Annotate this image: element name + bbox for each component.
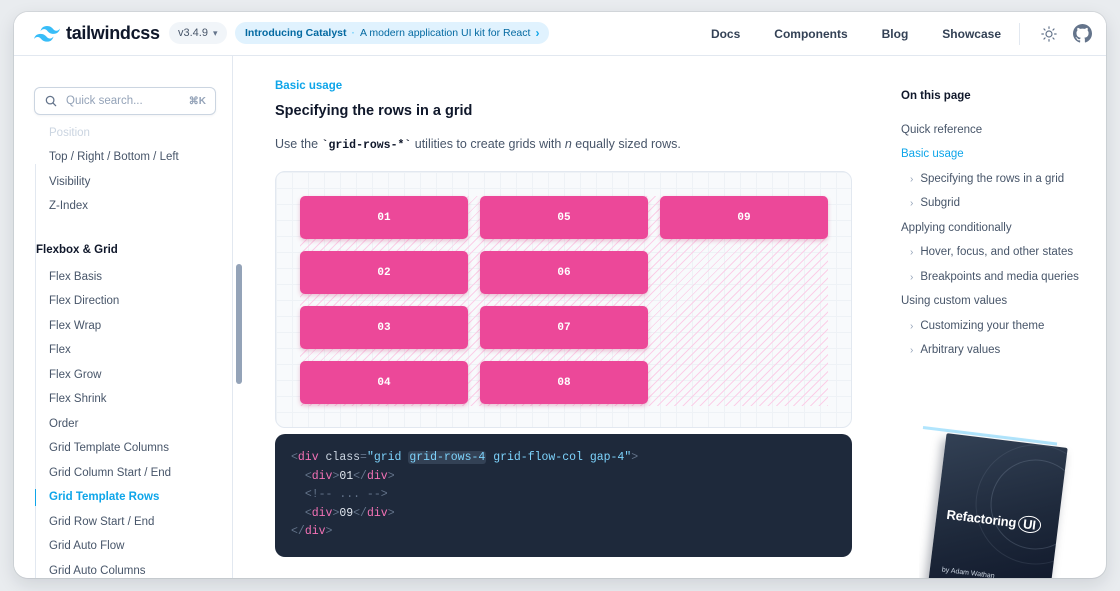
- version-label: v3.4.9: [178, 27, 208, 39]
- toc-item-hover-focus[interactable]: › Hover, focus, and other states: [910, 246, 1073, 258]
- para-text-1: Use the: [275, 137, 322, 151]
- search-placeholder: Quick search...: [66, 95, 143, 107]
- grid-cell: 06: [480, 251, 648, 294]
- para-code: `grid-rows-*`: [321, 139, 412, 152]
- sidebar-item-flex-wrap[interactable]: Flex Wrap: [49, 320, 101, 332]
- toc-item-quick-reference[interactable]: Quick reference: [901, 124, 982, 136]
- sidebar-scrollbar-thumb[interactable]: [236, 264, 242, 384]
- chevron-right-icon: ›: [910, 344, 914, 356]
- sidebar-item-flex-basis[interactable]: Flex Basis: [49, 271, 102, 283]
- search-shortcut: ⌘K: [188, 95, 206, 107]
- section-eyebrow: Basic usage: [275, 80, 343, 92]
- chevron-right-icon: ›: [910, 173, 914, 185]
- github-icon[interactable]: [1073, 24, 1092, 43]
- sidebar-item-position[interactable]: Position: [49, 127, 90, 139]
- grid-demo-preview: 01 02 03 04 05 06 07 08 09: [275, 171, 852, 428]
- toc-item-custom-values[interactable]: Using custom values: [901, 295, 1007, 307]
- header-divider: [1019, 23, 1020, 45]
- chevron-right-icon: ›: [535, 26, 540, 40]
- sidebar-item-z-index[interactable]: Z-Index: [49, 200, 88, 212]
- chevron-right-icon: ›: [910, 197, 914, 209]
- toc-item-arbitrary-values[interactable]: › Arbitrary values: [910, 344, 1000, 356]
- chevron-down-icon: ▾: [212, 27, 218, 38]
- code-line-1: <div class="grid grid-rows-4 grid-flow-c…: [291, 451, 639, 464]
- grid-cell: 05: [480, 196, 648, 239]
- section-paragraph: Use the `grid-rows-*` utilities to creat…: [275, 137, 681, 152]
- tailwind-logo-icon: [34, 25, 60, 42]
- sidebar-active-indicator: [35, 489, 36, 506]
- sidebar-item-grid-template-rows[interactable]: Grid Template Rows: [49, 491, 159, 503]
- section-heading[interactable]: Specifying the rows in a grid: [275, 103, 472, 119]
- nav-blog[interactable]: Blog: [882, 27, 909, 41]
- para-em: n: [564, 137, 572, 151]
- docs-sidebar: Quick search... ⌘K Position Top / Right …: [14, 56, 233, 578]
- chevron-right-icon: ›: [910, 320, 914, 332]
- chevron-right-icon: ›: [910, 271, 914, 283]
- code-highlight: grid-rows-4: [408, 451, 487, 464]
- version-dropdown[interactable]: v3.4.9 ▾: [169, 22, 227, 44]
- toc-item-applying-conditionally[interactable]: Applying conditionally: [901, 222, 1012, 234]
- main-nav: Docs Components Blog Showcase: [711, 12, 1001, 56]
- book-cover: Refactoring UI by Adam Wathan: [928, 433, 1068, 578]
- grid-cell: 09: [660, 196, 828, 239]
- announcement-separator: ·: [351, 27, 356, 39]
- browser-window: tailwindcss v3.4.9 ▾ Introducing Catalys…: [14, 12, 1106, 578]
- toc-title: On this page: [901, 90, 971, 102]
- logo[interactable]: tailwindcss: [34, 23, 160, 44]
- grid-cell: 02: [300, 251, 468, 294]
- grid-cell: 01: [300, 196, 468, 239]
- para-text-2: utilities to create grids with: [411, 137, 565, 151]
- sidebar-section-heading: Flexbox & Grid: [36, 244, 118, 256]
- brand-name: tailwindcss: [66, 23, 160, 43]
- chevron-right-icon: ›: [910, 246, 914, 258]
- sidebar-item-flex-shrink[interactable]: Flex Shrink: [49, 393, 107, 405]
- sidebar-guide-line: [35, 164, 36, 578]
- toc-item-breakpoints[interactable]: › Breakpoints and media queries: [910, 271, 1079, 283]
- code-example[interactable]: <div class="grid grid-rows-4 grid-flow-c…: [275, 434, 852, 557]
- sidebar-item-grid-column-start-end[interactable]: Grid Column Start / End: [49, 467, 171, 479]
- search-input[interactable]: Quick search... ⌘K: [34, 87, 216, 115]
- sidebar-item-flex[interactable]: Flex: [49, 344, 71, 356]
- nav-components[interactable]: Components: [774, 27, 847, 41]
- code-line-2: <div>01</div>: [304, 469, 395, 483]
- grid-demo-area: 01 02 03 04 05 06 07 08 09: [300, 196, 828, 406]
- announcement-title: Introducing Catalyst: [245, 27, 347, 39]
- sidebar-item-flex-direction[interactable]: Flex Direction: [49, 295, 119, 307]
- sidebar-item-grid-row-start-end[interactable]: Grid Row Start / End: [49, 516, 154, 528]
- grid-cell: 03: [300, 306, 468, 349]
- sidebar-item-top-right-bottom-left[interactable]: Top / Right / Bottom / Left: [49, 151, 179, 163]
- refactoring-ui-ad[interactable]: Refactoring UI by Adam Wathan: [919, 422, 1079, 578]
- toc-item-basic-usage[interactable]: Basic usage: [901, 148, 964, 160]
- toc-item-customizing-theme[interactable]: › Customizing your theme: [910, 320, 1044, 332]
- para-text-3: equally sized rows.: [571, 137, 681, 151]
- search-icon: [45, 95, 57, 107]
- sidebar-item-visibility[interactable]: Visibility: [49, 176, 90, 188]
- sun-icon[interactable]: [1040, 25, 1058, 43]
- nav-showcase[interactable]: Showcase: [942, 27, 1001, 41]
- toc-item-specifying-rows[interactable]: › Specifying the rows in a grid: [910, 173, 1064, 185]
- announcement-description: A modern application UI kit for React: [360, 27, 531, 39]
- code-line-3: <!-- ... -->: [304, 488, 388, 501]
- sidebar-item-flex-grow[interactable]: Flex Grow: [49, 369, 101, 381]
- sidebar-item-grid-template-columns[interactable]: Grid Template Columns: [49, 442, 169, 454]
- announcement-pill[interactable]: Introducing Catalyst · A modern applicat…: [235, 22, 550, 44]
- sidebar-item-order[interactable]: Order: [49, 418, 78, 430]
- sidebar-item-grid-auto-flow[interactable]: Grid Auto Flow: [49, 540, 124, 552]
- nav-docs[interactable]: Docs: [711, 27, 740, 41]
- grid-cell: 07: [480, 306, 648, 349]
- sidebar-item-grid-auto-columns[interactable]: Grid Auto Columns: [49, 565, 146, 577]
- grid-cell: 08: [480, 361, 648, 404]
- book-author: by Adam Wathan: [941, 566, 995, 578]
- toc-item-subgrid[interactable]: › Subgrid: [910, 197, 960, 209]
- code-line-5: </div>: [291, 525, 333, 538]
- grid-cell: 04: [300, 361, 468, 404]
- code-line-4: <div>09</div>: [304, 506, 395, 520]
- top-header: tailwindcss v3.4.9 ▾ Introducing Catalys…: [14, 12, 1106, 56]
